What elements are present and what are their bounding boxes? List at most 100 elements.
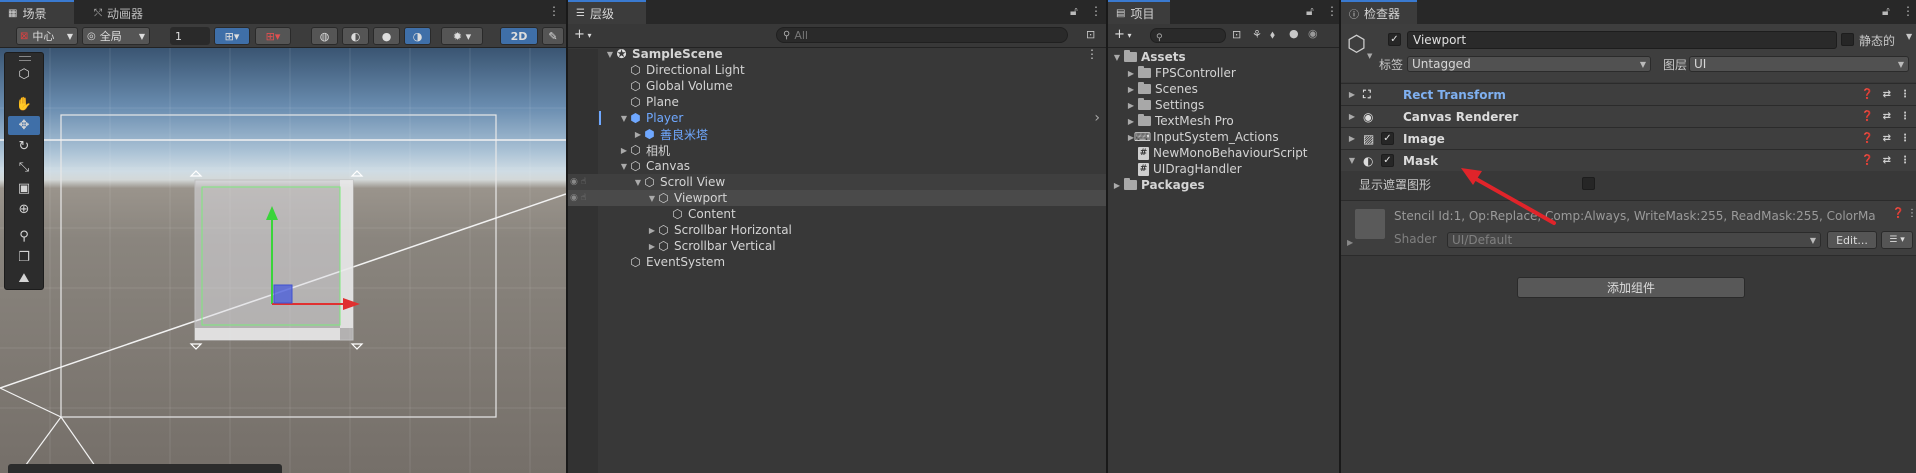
hierarchy-item[interactable]: ▼ ✪ SampleScene ⋮ [568, 46, 1106, 62]
project-item[interactable]: ▶ FPSController [1108, 65, 1339, 81]
hierarchy-item-label: Viewport [674, 191, 728, 205]
expand-arrow-icon[interactable]: ▶ [1126, 69, 1136, 78]
collapse-arrow-icon[interactable]: ▼ [633, 178, 643, 187]
grid-size-input[interactable]: 1 [170, 27, 210, 45]
hierarchy-item[interactable]: ▼ ⬢ Player › [568, 110, 1106, 126]
debug-draw-dropdown[interactable]: ✹ ▾ [441, 27, 483, 45]
transform-tool-icon[interactable]: ⊕ [8, 200, 40, 219]
create-dropdown[interactable]: + ▾ [574, 27, 591, 42]
grid-snap-button[interactable]: ⊞▾ [214, 27, 250, 45]
hierarchy-item[interactable]: ⬡ EventSystem [568, 254, 1106, 270]
terrain-tool-icon[interactable]: ⛰ [8, 269, 40, 288]
hierarchy-item[interactable]: ▶ ⬡ Scrollbar Horizontal [568, 222, 1106, 238]
tab-hierarchy[interactable]: ☰ 层级 [568, 0, 646, 24]
project-item-label: UIDragHandler [1153, 162, 1242, 176]
tag-icon[interactable]: ⬧ [1270, 28, 1275, 42]
project-item-label: InputSystem_Actions [1153, 130, 1279, 144]
project-item[interactable]: # UIDragHandler [1108, 161, 1339, 177]
layers-tool-icon[interactable]: ❐ [8, 248, 40, 267]
animator-icon: ⤲ [94, 7, 102, 19]
chevron-down-icon: ▼ [66, 31, 73, 41]
more-icon[interactable]: ⋮ [548, 4, 560, 18]
project-item[interactable]: ▶ TextMesh Pro [1108, 113, 1339, 129]
folder-icon: ▤ [1116, 7, 1126, 19]
shaded-wireframe-button[interactable]: ◐ [342, 27, 369, 45]
lock-icon[interactable]: 🔓︎ [1070, 4, 1078, 19]
scale-tool-icon[interactable]: ⤡ [8, 158, 40, 177]
project-item[interactable]: ▶ Packages [1108, 177, 1339, 193]
rotate-tool-icon[interactable]: ↻ [8, 137, 40, 156]
hierarchy-item[interactable]: ⬡ Directional Light [568, 62, 1106, 78]
hand-tool-icon[interactable]: ✋ [8, 95, 40, 114]
view-cube-icon[interactable]: ⬡ [8, 65, 40, 84]
hierarchy-item[interactable]: ⬡ Plane [568, 94, 1106, 110]
hierarchy-item[interactable]: ▼ ⬡ Viewport ◉ ☝ [568, 190, 1106, 206]
collapse-arrow-icon[interactable]: ▼ [1112, 53, 1122, 62]
project-search[interactable]: ⚲ [1150, 28, 1226, 43]
collapse-arrow-icon[interactable]: ▼ [619, 162, 629, 171]
project-item[interactable]: ▶ ⌨ InputSystem_Actions [1108, 129, 1339, 145]
move-tool-icon[interactable]: ✥ [8, 116, 40, 135]
hierarchy-item[interactable]: ▶ ⬡ 相机 [568, 142, 1106, 158]
prefab-icon: ⬢ [644, 127, 655, 141]
more-icon[interactable]: ⋮ [1090, 4, 1102, 18]
wireframe-button[interactable]: ◍ [311, 27, 338, 45]
hidden-packages-icon[interactable]: ● [1289, 27, 1299, 40]
hierarchy-item[interactable]: ▶ ⬢ 善良米塔 [568, 126, 1106, 142]
expand-arrow-icon[interactable]: ▶ [1126, 85, 1136, 94]
chevron-right-icon[interactable]: › [1094, 110, 1100, 126]
expand-arrow-icon[interactable]: ▶ [647, 242, 657, 251]
tab-animator[interactable]: ⤲ 动画器 [86, 0, 166, 24]
tab-project[interactable]: ▤ 项目 [1108, 0, 1170, 24]
snap-increment-button[interactable]: ⊞▾ [255, 27, 291, 45]
visibility-toggle-icon[interactable]: ◉ ☝ [570, 177, 586, 187]
custom-tool-icon[interactable]: ⚲ [8, 227, 40, 246]
hierarchy-item[interactable]: ▼ ⬡ Scroll View ◉ ☝ [568, 174, 1106, 190]
collapse-arrow-icon[interactable]: ▼ [647, 194, 657, 203]
search-by-label-icon[interactable]: ⚘ [1252, 28, 1262, 41]
scene-viewport[interactable]: ⬡ ✋ ✥ ↻ ⤡ ▣ ⊕ ⚲ ❐ ⛰ [0, 48, 566, 473]
hierarchy-item[interactable]: ▼ ⬡ Canvas [568, 158, 1106, 174]
pivot-dropdown[interactable]: ⊠ 中心 ▼ [16, 27, 78, 45]
expand-arrow-icon[interactable]: ▶ [1126, 117, 1136, 126]
lock-icon[interactable]: 🔓︎ [1306, 4, 1314, 19]
expand-arrow-icon[interactable]: ▶ [647, 226, 657, 235]
hierarchy-search[interactable]: ⚲ All [776, 27, 1068, 43]
project-item[interactable]: ▼ Assets [1108, 49, 1339, 65]
project-create-dropdown[interactable]: + ▾ [1114, 27, 1131, 42]
project-item[interactable]: ▶ Settings [1108, 97, 1339, 113]
expand-arrow-icon[interactable]: ▶ [633, 130, 643, 139]
rect-tool-icon[interactable]: ▣ [8, 179, 40, 198]
unlit-button[interactable]: ◑ [404, 27, 431, 45]
tab-scene[interactable]: ▦ 场景 [0, 0, 74, 24]
more-icon[interactable]: ⋮ [1086, 47, 1098, 61]
gameobject-icon: ⬡ [630, 255, 641, 269]
hierarchy-item[interactable]: ⬡ Global Volume [568, 78, 1106, 94]
hierarchy-item[interactable]: ⬡ Content [568, 206, 1106, 222]
shaded-button[interactable]: ● [373, 27, 400, 45]
2d-toggle[interactable]: 2D [500, 27, 538, 45]
collapse-arrow-icon[interactable]: ▼ [605, 50, 615, 59]
scene-visibility-icon[interactable]: ⊡ [1086, 28, 1095, 41]
pivot-label: 中心 [32, 30, 55, 43]
project-item[interactable]: ▶ Scenes [1108, 81, 1339, 97]
search-placeholder: All [794, 28, 808, 42]
collapse-arrow-icon[interactable]: ▼ [619, 114, 629, 123]
visibility-toggle-icon[interactable]: ◉ ☝ [570, 193, 586, 203]
search-by-type-icon[interactable]: ⊡ [1232, 28, 1241, 41]
space-dropdown[interactable]: ◎ 全局 ▼ [82, 27, 150, 45]
expand-arrow-icon[interactable]: ▶ [619, 146, 629, 155]
more-icon[interactable]: ⋮ [1326, 4, 1338, 18]
project-item-label: NewMonoBehaviourScript [1153, 146, 1308, 160]
input-actions-icon: ⌨ [1133, 130, 1152, 144]
tool-palette: ⬡ ✋ ✥ ↻ ⤡ ▣ ⊕ ⚲ ❐ ⛰ [4, 52, 44, 290]
project-item[interactable]: # NewMonoBehaviourScript [1108, 145, 1339, 161]
visibility-icon[interactable]: ◉ [1308, 27, 1318, 40]
plus-icon: + [574, 27, 585, 42]
expand-arrow-icon[interactable]: ▶ [1126, 101, 1136, 110]
hierarchy-item[interactable]: ▶ ⬡ Scrollbar Vertical [568, 238, 1106, 254]
grid-size-value: 1 [175, 29, 182, 43]
expand-arrow-icon[interactable]: ▶ [1112, 181, 1122, 190]
lighting-toggle[interactable]: ✎ [542, 27, 564, 45]
drag-handle-icon[interactable] [19, 56, 31, 61]
